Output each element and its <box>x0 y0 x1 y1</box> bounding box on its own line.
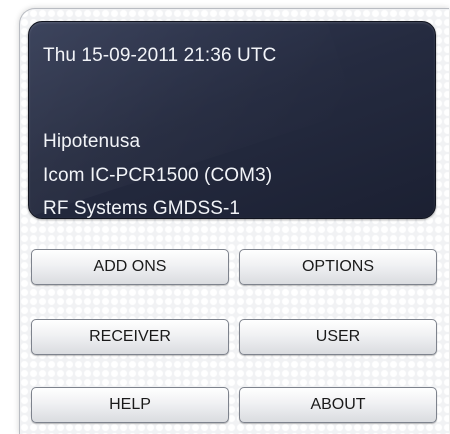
datetime-text: Thu 15-09-2011 21:36 UTC <box>43 45 277 66</box>
status-display: Thu 15-09-2011 21:36 UTC Hipotenusa Icom… <box>28 21 436 219</box>
station-name-text: Hipotenusa <box>43 131 141 152</box>
main-panel: Thu 15-09-2011 21:36 UTC Hipotenusa Icom… <box>19 8 449 434</box>
add-ons-button[interactable]: ADD ONS <box>31 249 229 285</box>
receiver-button[interactable]: RECEIVER <box>31 319 229 355</box>
user-button[interactable]: USER <box>239 319 437 355</box>
options-button[interactable]: OPTIONS <box>239 249 437 285</box>
about-button[interactable]: ABOUT <box>239 387 437 423</box>
antenna-info-text: RF Systems GMDSS-1 <box>43 198 241 219</box>
help-button[interactable]: HELP <box>31 387 229 423</box>
receiver-info-text: Icom IC-PCR1500 (COM3) <box>43 165 273 186</box>
